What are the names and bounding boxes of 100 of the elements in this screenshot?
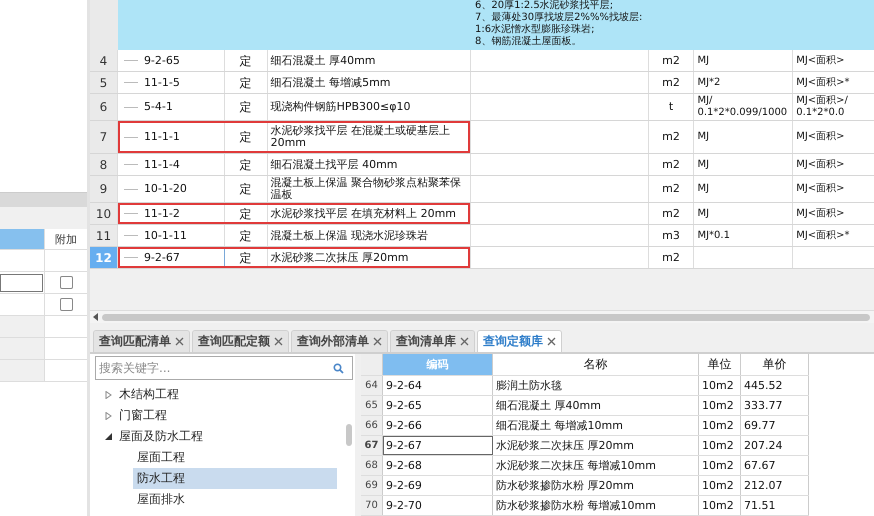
row-number[interactable]: 6 bbox=[90, 94, 118, 120]
row-number[interactable]: 69 bbox=[361, 476, 383, 495]
table-cell: 10-1-20 bbox=[144, 183, 187, 195]
table-cell: 9-2-65 bbox=[383, 396, 493, 415]
tab[interactable]: 查询外部清单 bbox=[291, 330, 388, 352]
row-number[interactable]: 68 bbox=[361, 456, 383, 475]
table-cell: MJ<面积>* bbox=[796, 76, 850, 88]
table-cell-text: 混凝土板上保温 聚合物砂浆点粘聚苯保温板 bbox=[270, 177, 462, 201]
tree-item[interactable]: 屋面工程 bbox=[133, 447, 337, 468]
tree-item[interactable]: 屋面排水 bbox=[133, 489, 337, 510]
table-cell: 10m2 bbox=[699, 456, 741, 475]
table-cell: 9-2-65 bbox=[144, 54, 180, 66]
row-number[interactable]: 10 bbox=[90, 203, 118, 224]
tab[interactable]: 查询匹配清单 bbox=[93, 330, 190, 352]
expand-arrow-icon[interactable] bbox=[105, 390, 112, 398]
table-cell: 细石混凝土 每增减10mm bbox=[493, 416, 699, 435]
table-cell: 212.07 bbox=[741, 476, 809, 495]
table-cell-text: MJ/ 0.1*2*0.099/1000 bbox=[697, 95, 788, 119]
table-cell: 9-2-67 bbox=[383, 436, 493, 455]
table-cell: 防水砂浆掺防水粉 厚20mm bbox=[493, 476, 699, 495]
table-cell: m2 bbox=[662, 252, 680, 264]
table-cell: 定 bbox=[240, 183, 252, 195]
horizontal-scrollbar[interactable] bbox=[90, 310, 874, 323]
tab[interactable]: 查询匹配定额 bbox=[192, 330, 289, 352]
table-cell: 9-2-67 bbox=[144, 252, 180, 264]
row-number[interactable]: 70 bbox=[361, 496, 383, 515]
table-cell: MJ<面积> bbox=[796, 158, 845, 170]
table-cell: 10m2 bbox=[699, 436, 741, 455]
tree-item[interactable]: 木结构工程 bbox=[118, 386, 180, 403]
scrollbar-thumb[interactable] bbox=[346, 424, 352, 446]
table-cell: t bbox=[668, 101, 674, 113]
tree-item[interactable]: 防水工程 bbox=[133, 468, 337, 489]
table-cell: m2 bbox=[662, 76, 680, 88]
table-cell-text: 水泥砂浆找平层 在混凝土或硬基层上 20mm bbox=[270, 125, 452, 149]
row-number[interactable]: 11 bbox=[90, 225, 118, 246]
table-cell: 定 bbox=[240, 54, 252, 66]
table-cell: MJ*2 bbox=[697, 76, 720, 88]
table-cell: 细石混凝土 每增减5mm bbox=[270, 76, 391, 88]
table-cell: MJ<面积> bbox=[796, 208, 845, 220]
table-cell: 69.77 bbox=[741, 416, 809, 435]
row-number[interactable]: 7 bbox=[90, 121, 118, 153]
table-cell: 定 bbox=[240, 101, 252, 113]
row-number[interactable]: 9 bbox=[90, 176, 118, 202]
table-cell: 9-2-70 bbox=[383, 496, 493, 515]
search-field[interactable]: 搜索关键字... bbox=[95, 356, 353, 380]
row-number[interactable]: 8 bbox=[90, 154, 118, 175]
row-number[interactable]: 4 bbox=[90, 50, 118, 71]
close-icon[interactable] bbox=[547, 337, 556, 346]
scroll-left-icon[interactable] bbox=[93, 313, 99, 321]
table-cell: 207.24 bbox=[741, 436, 809, 455]
description-note: 6、20厚1:2.5水泥砂浆找平层; 7、最薄处30厚找坡层2%%%找坡层: 1:6水泥憎水型膨胀珍珠岩; 8、钢筋混凝土屋面板。 bbox=[474, 0, 642, 49]
table-cell: 水泥砂浆二次抹压 厚20mm bbox=[493, 436, 699, 455]
row-number[interactable]: 64 bbox=[361, 376, 383, 395]
table-cell: 10m2 bbox=[699, 416, 741, 435]
close-icon[interactable] bbox=[460, 337, 469, 346]
table-cell: m2 bbox=[662, 183, 680, 195]
table-cell: 9-2-66 bbox=[383, 416, 493, 435]
table-cell-text: MJ<面积>/ 0.1*2*0.0 bbox=[796, 95, 849, 119]
table-cell: 定 bbox=[240, 76, 252, 88]
table-cell: 定 bbox=[240, 158, 252, 170]
expand-arrow-icon[interactable] bbox=[105, 412, 112, 420]
table-cell: 10-1-11 bbox=[144, 230, 187, 242]
table-cell: MJ bbox=[697, 54, 710, 66]
checkbox[interactable] bbox=[60, 298, 72, 311]
row-number[interactable]: 66 bbox=[361, 416, 383, 435]
table-cell: 445.52 bbox=[741, 376, 809, 395]
close-icon[interactable] bbox=[274, 337, 283, 346]
table-cell: m2 bbox=[662, 131, 680, 143]
table-cell: 细石混凝土 厚40mm bbox=[493, 396, 699, 415]
scrollbar-thumb[interactable] bbox=[102, 314, 870, 320]
column-header: 单位 bbox=[699, 354, 741, 375]
table-cell: m2 bbox=[662, 54, 680, 66]
collapse-arrow-icon[interactable] bbox=[105, 433, 112, 440]
row-number[interactable]: 65 bbox=[361, 396, 383, 415]
table-cell: MJ<面积> bbox=[796, 54, 845, 66]
tree-item[interactable]: 屋面及防水工程 bbox=[118, 428, 204, 445]
table-cell: 水泥砂浆二次抹压 厚20mm bbox=[270, 252, 409, 264]
table-cell: 67.67 bbox=[741, 456, 809, 475]
tab[interactable]: 查询清单库 bbox=[390, 330, 475, 352]
row-number[interactable]: 67 bbox=[361, 436, 383, 455]
table-cell: 10m2 bbox=[699, 476, 741, 495]
table-cell: 10m2 bbox=[699, 376, 741, 395]
input-field[interactable] bbox=[0, 274, 43, 292]
table-cell: 333.77 bbox=[741, 396, 809, 415]
table-cell: m2 bbox=[662, 158, 680, 170]
table-cell: MJ<面积> bbox=[796, 131, 845, 143]
tree-item[interactable]: 门窗工程 bbox=[118, 407, 168, 424]
tab[interactable]: 查询定额库 bbox=[477, 330, 562, 352]
table-cell: m2 bbox=[662, 208, 680, 220]
checkbox[interactable] bbox=[60, 276, 72, 289]
table-cell: 9-2-64 bbox=[383, 376, 493, 395]
table-cell: 11-1-4 bbox=[144, 158, 180, 170]
row-number[interactable]: 5 bbox=[90, 72, 118, 93]
close-icon[interactable] bbox=[373, 337, 382, 346]
table-cell: 混凝土板上保温 现浇水泥珍珠岩 bbox=[270, 230, 428, 242]
close-icon[interactable] bbox=[175, 337, 184, 346]
table-cell: 10m2 bbox=[699, 496, 741, 515]
search-icon[interactable] bbox=[333, 363, 344, 374]
table-cell: 11-1-5 bbox=[144, 76, 180, 88]
table-cell: 5-4-1 bbox=[144, 101, 173, 113]
